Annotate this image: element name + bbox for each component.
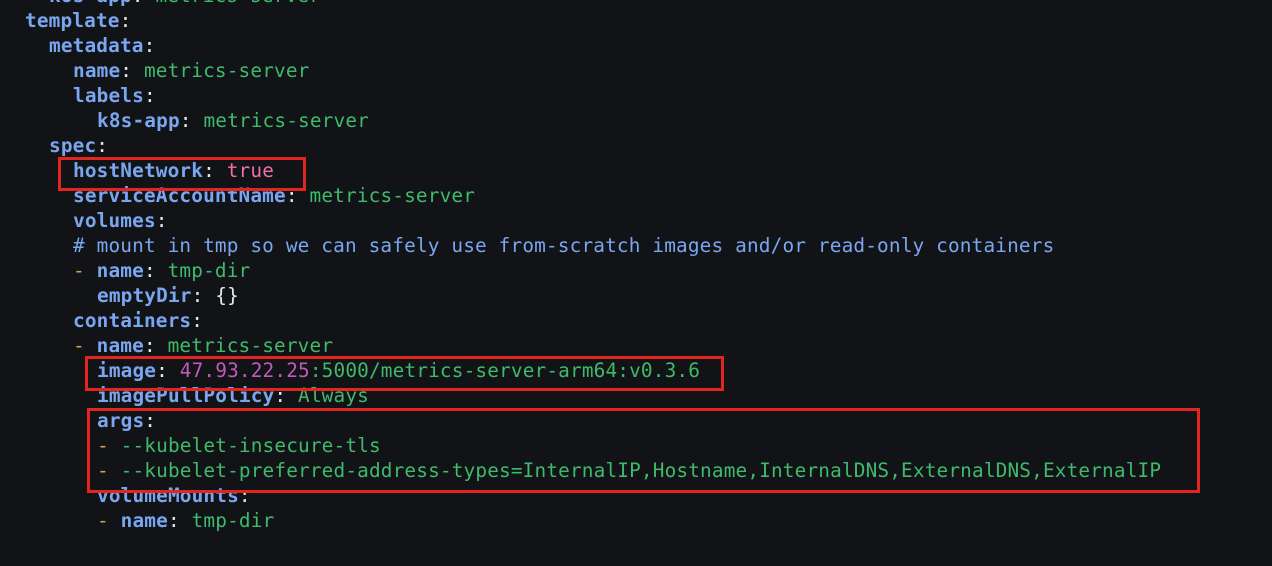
code-editor[interactable]: k8s-app: metrics-servertemplate:metadata… — [0, 0, 1272, 566]
code-token-key: hostNetwork — [73, 159, 204, 182]
code-token-key: volumeMounts — [97, 484, 239, 507]
code-line[interactable]: labels: — [73, 83, 156, 108]
code-token-punc: : — [238, 484, 251, 507]
code-token-punc: : — [143, 259, 168, 282]
code-line[interactable]: volumeMounts: — [97, 483, 251, 508]
code-token-dash: - — [97, 459, 121, 482]
code-token-punc: : — [167, 509, 192, 532]
code-token-punc: : — [203, 159, 227, 182]
code-token-punc: : — [143, 84, 156, 107]
code-line[interactable]: spec: — [49, 133, 108, 158]
code-token-str: tmp-dir — [167, 259, 251, 282]
code-line[interactable]: volumes: — [73, 208, 168, 233]
code-token-punc: : — [155, 209, 168, 232]
code-line[interactable]: - --kubelet-preferred-address-types=Inte… — [97, 458, 1161, 483]
code-token-num: 47.93.22.25 — [179, 359, 310, 382]
code-line[interactable]: - name: tmp-dir — [97, 508, 274, 533]
code-token-str: metrics-server — [167, 334, 334, 357]
code-token-str: --kubelet-preferred-address-types=Intern… — [120, 459, 1162, 482]
code-token-key: k8s-app — [97, 109, 180, 132]
code-token-str: tmp-dir — [191, 509, 275, 532]
code-token-punc: : {} — [191, 284, 239, 307]
code-line[interactable]: - --kubelet-insecure-tls — [97, 433, 381, 458]
code-token-str: --kubelet-insecure-tls — [120, 434, 381, 457]
code-token-str: metrics-server — [309, 184, 476, 207]
code-token-key: metadata — [49, 34, 144, 57]
code-line[interactable]: # mount in tmp so we can safely use from… — [73, 233, 1054, 258]
code-line[interactable]: emptyDir: {} — [97, 283, 239, 308]
code-token-str: metrics-server — [155, 0, 321, 7]
code-token-punc: : — [191, 309, 204, 332]
code-token-bool: true — [226, 159, 275, 182]
code-token-punc: : — [274, 384, 299, 407]
code-token-punc: : — [132, 0, 156, 7]
code-token-key: name — [96, 259, 144, 282]
code-token-dash: - — [73, 259, 97, 282]
code-token-dash: - — [97, 509, 121, 532]
code-line[interactable]: containers: — [73, 308, 203, 333]
code-line[interactable]: image: 47.93.22.25:5000/metrics-server-a… — [97, 358, 700, 383]
code-line[interactable]: - name: tmp-dir — [73, 258, 250, 283]
code-line[interactable]: metadata: — [49, 33, 155, 58]
code-line[interactable]: hostNetwork: true — [73, 158, 274, 183]
code-token-key: name — [120, 509, 168, 532]
code-line[interactable]: imagePullPolicy: Always — [97, 383, 369, 408]
code-token-key: emptyDir — [97, 284, 192, 307]
code-token-key: imagePullPolicy — [97, 384, 275, 407]
code-line[interactable]: args: — [97, 408, 156, 433]
code-token-punc: : — [285, 184, 310, 207]
code-token-key: template — [25, 9, 120, 32]
code-token-punc: : — [179, 109, 204, 132]
code-line[interactable]: - name: metrics-server — [73, 333, 333, 358]
code-line[interactable]: template: — [25, 8, 131, 33]
code-token-punc: : — [144, 409, 157, 432]
code-token-str: Always — [298, 384, 369, 407]
code-line[interactable]: serviceAccountName: metrics-server — [73, 183, 475, 208]
code-token-punc: : — [143, 334, 168, 357]
code-token-comment: # mount in tmp so we can safely use from… — [73, 234, 1055, 257]
code-token-key: image — [97, 359, 157, 382]
code-token-key: labels — [73, 84, 144, 107]
code-token-dash: - — [73, 334, 97, 357]
code-token-punc: : — [120, 59, 144, 82]
code-token-punc: : — [156, 359, 180, 382]
code-token-str: :5000/metrics-server-arm64:v0.3.6 — [309, 359, 701, 382]
code-token-key: containers — [73, 309, 192, 332]
code-token-key: k8s-app — [49, 0, 132, 7]
code-line[interactable]: k8s-app: metrics-server — [97, 108, 369, 133]
code-token-str: metrics-server — [143, 59, 310, 82]
code-token-key: volumes — [73, 209, 156, 232]
code-line[interactable]: name: metrics-server — [73, 58, 310, 83]
code-token-key: serviceAccountName — [73, 184, 286, 207]
code-token-key: spec — [49, 134, 97, 157]
code-token-key: name — [73, 59, 121, 82]
code-token-punc: : — [143, 34, 156, 57]
code-token-str: metrics-server — [203, 109, 369, 132]
code-token-key: name — [96, 334, 144, 357]
code-token-dash: - — [97, 434, 121, 457]
code-line[interactable]: k8s-app: metrics-server — [49, 0, 321, 8]
code-token-key: args — [97, 409, 145, 432]
code-token-punc: : — [96, 134, 109, 157]
code-token-punc: : — [119, 9, 132, 32]
